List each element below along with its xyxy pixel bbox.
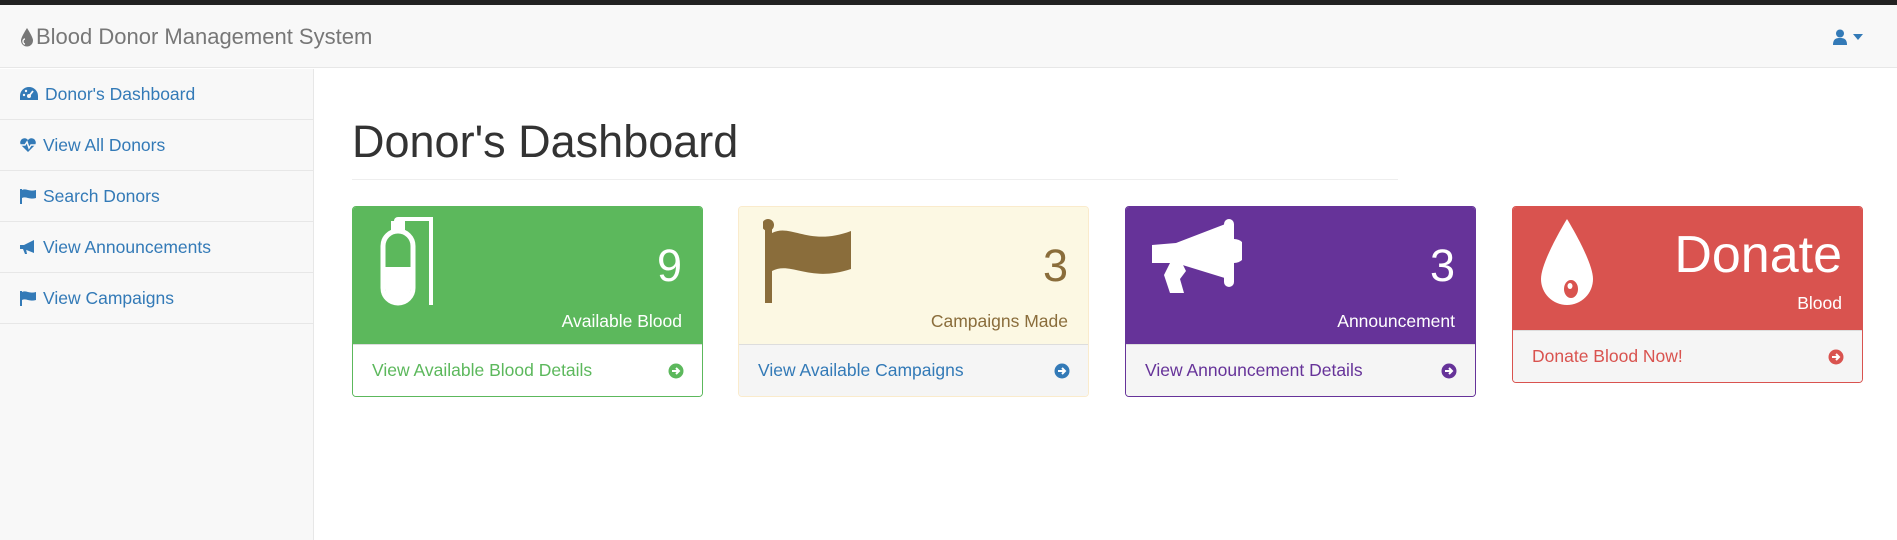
caret-down-icon xyxy=(1853,33,1863,40)
view-announcement-link[interactable]: View Announcement Details xyxy=(1126,344,1475,396)
sidebar-item-label: View All Donors xyxy=(43,134,166,155)
panel-heading: 9 Available Blood xyxy=(353,207,702,344)
sidebar-item-label: Donor's Dashboard xyxy=(45,83,196,104)
available-blood-count: 9 xyxy=(656,240,682,291)
panel-heading: Donate Blood xyxy=(1513,207,1862,330)
panel-heading: 3 Campaigns Made xyxy=(739,207,1088,344)
blood-drop-icon xyxy=(1541,219,1593,305)
announcement-count: 3 xyxy=(1429,240,1455,291)
panel-heading: 3 Announcement xyxy=(1126,207,1475,344)
sidebar-item-label: Search Donors xyxy=(43,185,160,206)
donate-title: Donate xyxy=(1674,226,1842,284)
user-menu[interactable] xyxy=(1833,5,1863,68)
donate-panel: Donate Blood Donate Blood Now! xyxy=(1512,206,1863,383)
bullhorn-icon xyxy=(1152,219,1242,293)
donate-blood-now-link[interactable]: Donate Blood Now! xyxy=(1513,330,1862,382)
flag-icon xyxy=(20,189,36,204)
sidebar-item-label: View Campaigns xyxy=(43,287,174,308)
sidebar: Donor's Dashboard View All Donors Search… xyxy=(0,69,314,540)
view-available-blood-link[interactable]: View Available Blood Details xyxy=(353,344,702,396)
blood-drop-icon xyxy=(21,27,33,46)
available-blood-panel: 9 Available Blood View Available Blood D… xyxy=(352,206,703,397)
announcement-panel: 3 Announcement View Announcement Details xyxy=(1125,206,1476,397)
panel-link-label: Donate Blood Now! xyxy=(1532,346,1683,366)
flag-icon xyxy=(763,219,851,303)
sidebar-item-view-announcements[interactable]: View Announcements xyxy=(0,222,313,273)
campaigns-count: 3 xyxy=(1042,240,1068,291)
user-icon xyxy=(1833,29,1847,45)
panel-link-label: View Announcement Details xyxy=(1145,360,1363,380)
available-blood-label: Available Blood xyxy=(561,311,682,331)
flag-icon xyxy=(20,291,36,306)
arrow-circle-right-icon xyxy=(1828,349,1844,364)
bullhorn-icon xyxy=(20,240,34,254)
arrow-circle-right-icon xyxy=(668,363,684,378)
panel-link-label: View Available Campaigns xyxy=(758,360,964,380)
arrow-circle-right-icon xyxy=(1441,363,1457,378)
view-campaigns-link[interactable]: View Available Campaigns xyxy=(739,344,1088,396)
sidebar-item-view-campaigns[interactable]: View Campaigns xyxy=(0,273,313,324)
campaigns-panel: 3 Campaigns Made View Available Campaign… xyxy=(738,206,1089,397)
donate-label: Blood xyxy=(1797,293,1842,313)
sidebar-item-label: View Announcements xyxy=(43,236,211,257)
heartbeat-icon xyxy=(20,138,36,152)
navbar: Blood Donor Management System xyxy=(0,5,1897,68)
dashboard-icon xyxy=(20,87,38,100)
sidebar-item-view-donors[interactable]: View All Donors xyxy=(0,120,313,171)
announcement-label: Announcement xyxy=(1337,311,1455,331)
sidebar-item-search-donors[interactable]: Search Donors xyxy=(0,171,313,222)
campaigns-label: Campaigns Made xyxy=(930,311,1068,331)
panel-link-label: View Available Blood Details xyxy=(372,360,593,380)
sidebar-item-dashboard[interactable]: Donor's Dashboard xyxy=(0,69,313,120)
app-title: Blood Donor Management System xyxy=(36,23,373,49)
page-title: Donor's Dashboard xyxy=(352,117,1398,180)
brand[interactable]: Blood Donor Management System xyxy=(20,5,372,68)
blood-bag-icon xyxy=(380,217,433,306)
arrow-circle-right-icon xyxy=(1054,363,1070,378)
